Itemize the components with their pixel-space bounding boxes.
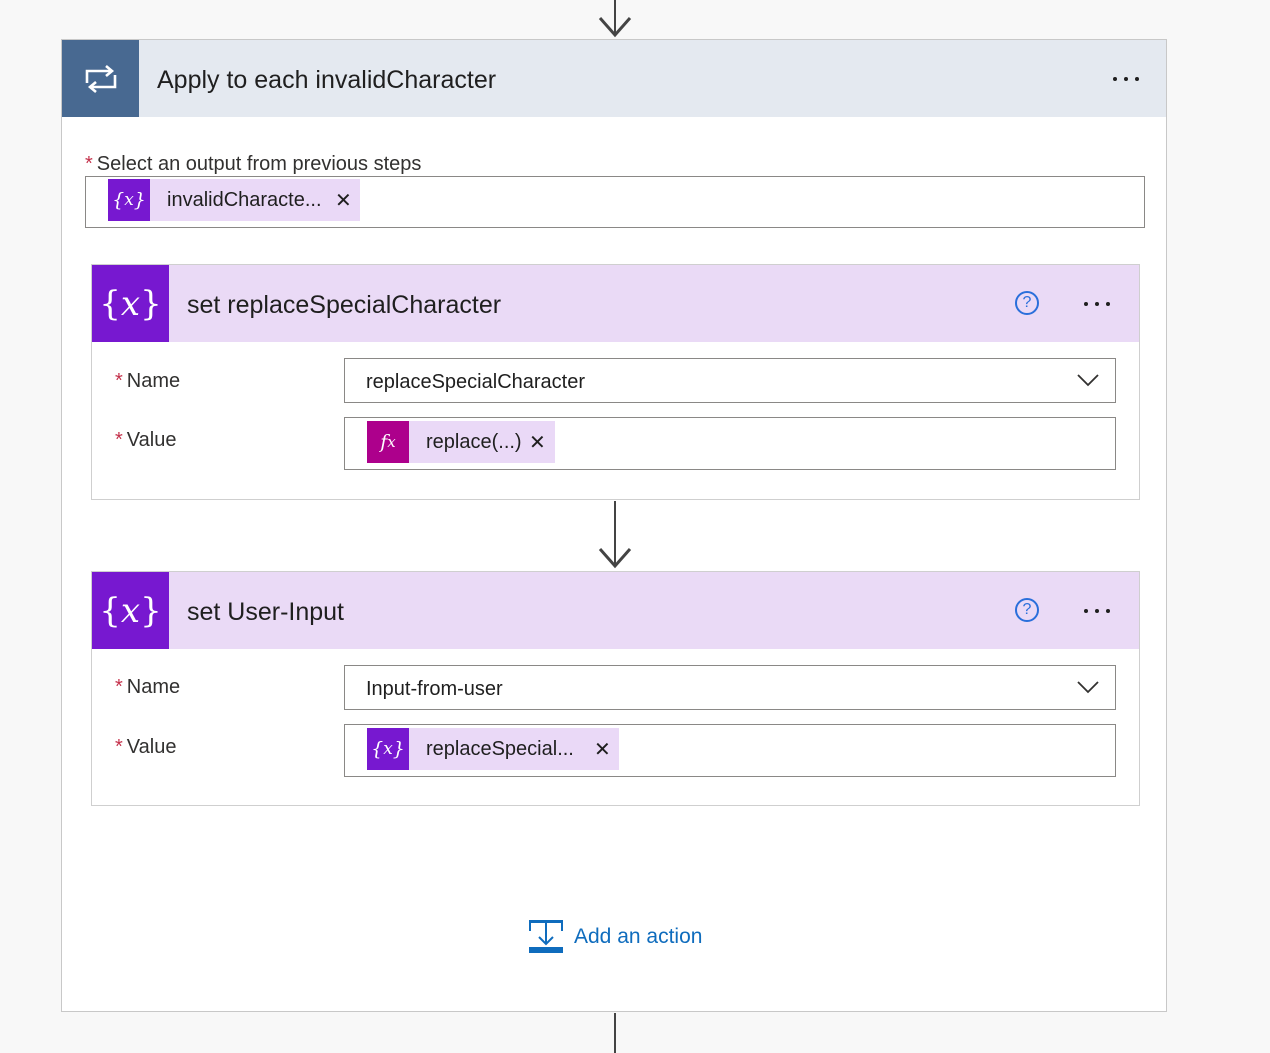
dot-icon (1106, 609, 1110, 613)
remove-token-button[interactable]: ✕ (335, 188, 352, 213)
required-marker: * (115, 429, 123, 451)
chevron-down-icon (1077, 681, 1099, 694)
value-token[interactable]: fx replace(...) ✕ (367, 421, 555, 463)
name-field-label: * Name (115, 370, 180, 393)
value-input[interactable]: fx replace(...) ✕ (344, 417, 1116, 470)
dot-icon (1124, 77, 1128, 81)
add-action-label: Add an action (574, 925, 703, 948)
output-token[interactable]: {x} invalidCharacte... ✕ (108, 179, 360, 221)
name-label-text: Name (126, 676, 181, 698)
action-title: set User-Input (187, 598, 345, 626)
help-icon[interactable]: ? (1015, 291, 1039, 315)
name-dropdown-value: Input-from-user (366, 678, 503, 700)
remove-token-button[interactable]: ✕ (529, 430, 546, 455)
action-title: set replaceSpecialCharacter (187, 291, 502, 319)
required-marker: * (115, 676, 123, 698)
required-marker: * (85, 153, 93, 175)
action-more-options-button[interactable] (1084, 609, 1110, 613)
dot-icon (1095, 609, 1099, 613)
set-variable-card: {x} set replaceSpecialCharacter ? * Name … (91, 264, 1140, 500)
variable-icon: {x} (92, 265, 169, 342)
connector-line-bottom (614, 1013, 616, 1053)
name-field-label: * Name (115, 676, 180, 699)
name-dropdown[interactable]: Input-from-user (344, 665, 1116, 710)
arrow-down-icon (598, 17, 632, 38)
output-field-label: * Select an output from previous steps (85, 153, 421, 176)
name-dropdown-value: replaceSpecialCharacter (366, 371, 586, 393)
value-token[interactable]: {x} replaceSpecial... ✕ (367, 728, 619, 770)
apply-to-each-card: Apply to each invalidCharacter * Select a… (61, 39, 1167, 1012)
value-field-label: * Value (115, 736, 176, 759)
dot-icon (1113, 77, 1117, 81)
required-marker: * (115, 736, 123, 758)
loop-more-options-button[interactable] (1113, 77, 1139, 81)
dot-icon (1084, 609, 1088, 613)
loop-icon (62, 40, 139, 117)
apply-to-each-header[interactable]: Apply to each invalidCharacter (62, 40, 1166, 117)
value-input[interactable]: {x} replaceSpecial... ✕ (344, 724, 1116, 777)
action-header[interactable]: {x} set User-Input ? (92, 572, 1139, 649)
apply-to-each-title: Apply to each invalidCharacter (157, 66, 497, 94)
help-icon[interactable]: ? (1015, 598, 1039, 622)
value-field-label: * Value (115, 429, 176, 452)
expression-icon: fx (367, 421, 409, 463)
remove-token-button[interactable]: ✕ (594, 737, 611, 762)
variable-icon: {x} (92, 572, 169, 649)
dot-icon (1106, 302, 1110, 306)
dot-icon (1135, 77, 1139, 81)
action-more-options-button[interactable] (1084, 302, 1110, 306)
add-action-icon (529, 920, 563, 953)
name-label-text: Name (126, 370, 181, 392)
output-token-text: invalidCharacte... (167, 188, 322, 211)
arrow-down-icon (598, 548, 632, 569)
action-header[interactable]: {x} set replaceSpecialCharacter ? (92, 265, 1139, 342)
required-marker: * (115, 370, 123, 392)
value-token-text: replace(...) (426, 430, 522, 453)
value-token-text: replaceSpecial... (426, 737, 574, 760)
chevron-down-icon (1077, 374, 1099, 387)
name-dropdown[interactable]: replaceSpecialCharacter (344, 358, 1116, 403)
set-variable-card: {x} set User-Input ? * Name Input-from-us… (91, 571, 1140, 806)
variable-icon: {x} (367, 728, 409, 770)
value-label-text: Value (126, 736, 177, 758)
variable-icon: {x} (108, 179, 150, 221)
output-input[interactable]: {x} invalidCharacte... ✕ (85, 176, 1145, 228)
dot-icon (1084, 302, 1088, 306)
value-label-text: Value (126, 429, 177, 451)
dot-icon (1095, 302, 1099, 306)
add-action-button[interactable]: Add an action (528, 919, 702, 955)
output-label-text: Select an output from previous steps (96, 153, 422, 175)
